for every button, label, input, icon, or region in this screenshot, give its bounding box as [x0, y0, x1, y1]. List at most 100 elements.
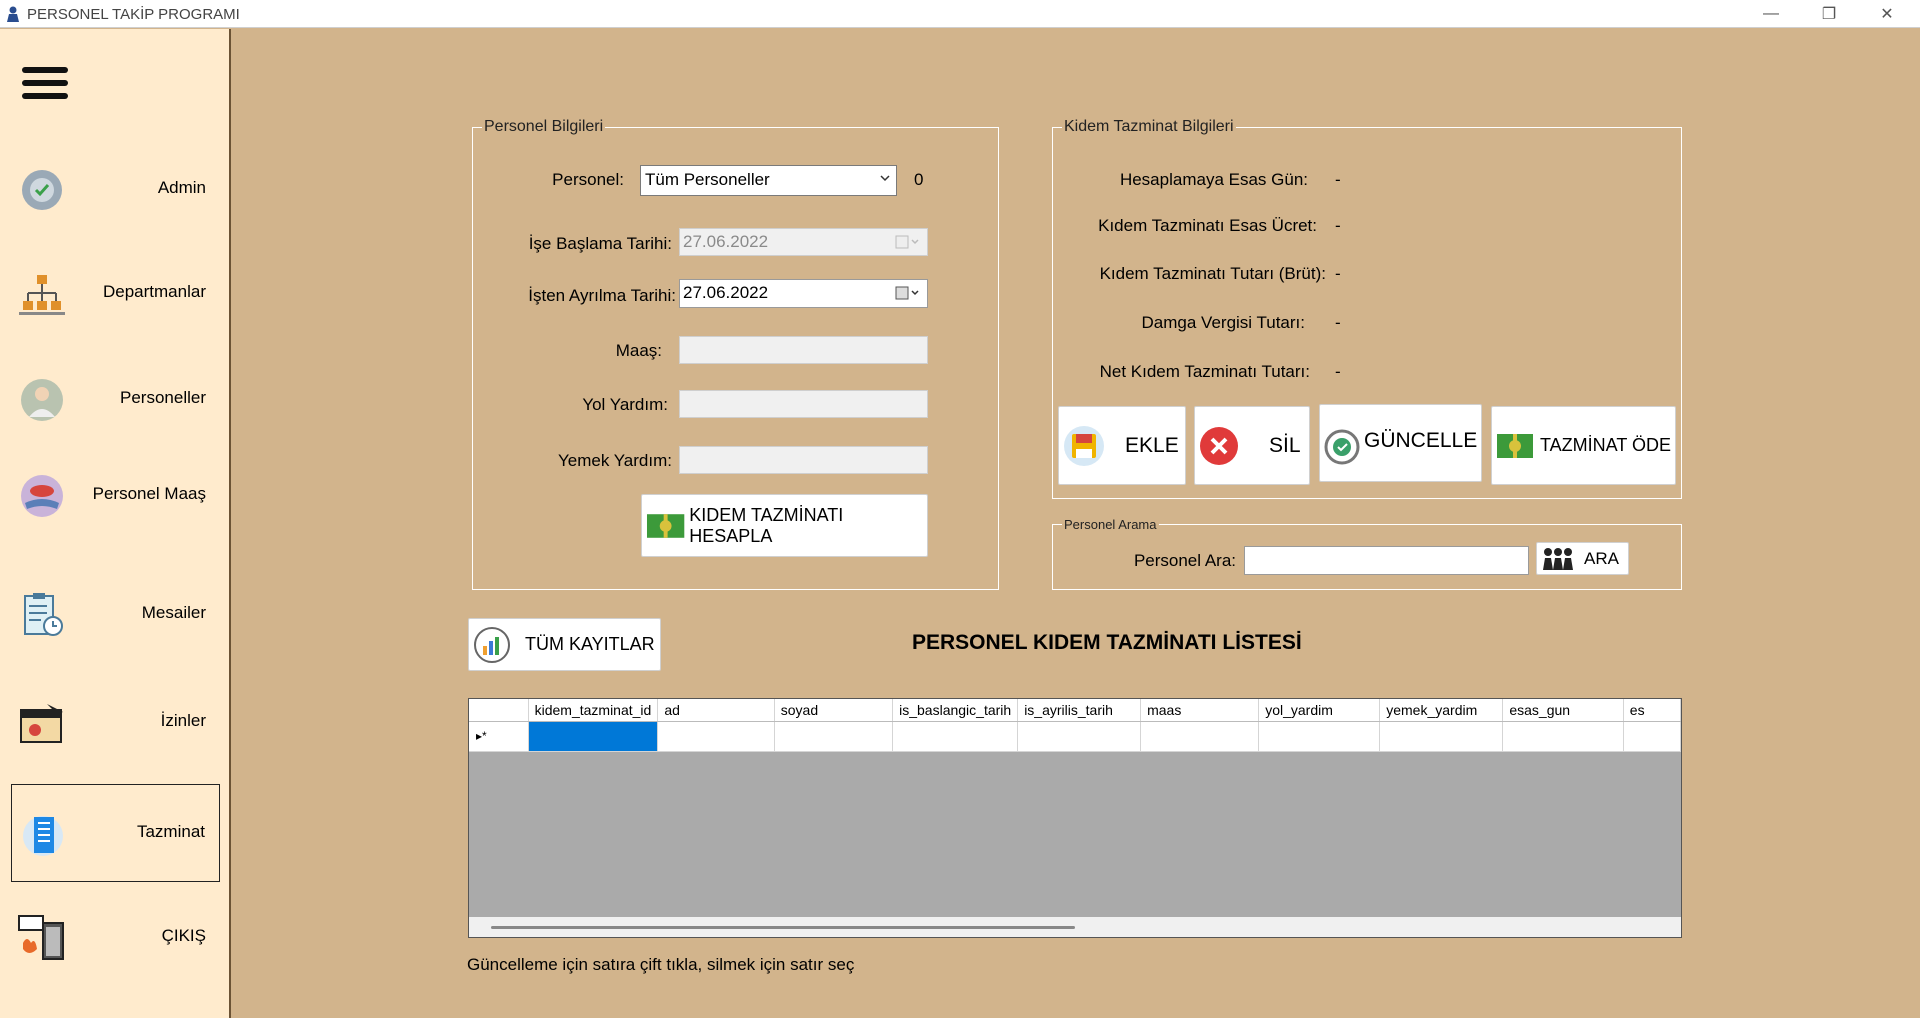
column-header[interactable]: yemek_yardim — [1379, 699, 1504, 722]
column-header[interactable]: esas_gun — [1502, 699, 1624, 722]
ise-baslama-value: 27.06.2022 — [683, 232, 769, 251]
chevron-down-icon — [880, 175, 890, 182]
people-search-icon — [1543, 547, 1573, 570]
sidebar-item-personeller[interactable]: Personeller — [11, 351, 220, 449]
tum-kayitlar-button[interactable]: TÜM KAYITLAR — [468, 618, 661, 671]
calendar-dropdown-icon[interactable] — [895, 285, 921, 301]
personel-label: Personel: — [552, 170, 624, 189]
list-title: PERSONEL KIDEM TAZMİNATI LİSTESİ — [912, 631, 1302, 654]
sidebar-item-personel-maas[interactable]: Personel Maaş — [11, 447, 220, 545]
sidebar-item-label: İzinler — [160, 711, 206, 730]
group-legend: Personel Arama — [1062, 517, 1159, 532]
button-label: EKLE — [1125, 433, 1179, 457]
sidebar-item-label: Tazminat — [136, 822, 205, 841]
personel-ara-label: Personel Ara: — [1133, 551, 1236, 570]
column-header[interactable]: soyad — [774, 699, 894, 722]
net-tutar-value: - — [1335, 362, 1341, 381]
sidebar-item-label: Mesailer — [141, 603, 206, 622]
close-button[interactable]: ✕ — [1864, 0, 1910, 28]
damga-vergisi-label: Damga Vergisi Tutarı: — [1141, 313, 1305, 332]
sidebar-item-izinler[interactable]: İzinler — [11, 674, 220, 772]
grid-cell[interactable] — [774, 721, 894, 752]
column-header[interactable]: es — [1623, 699, 1681, 722]
damga-vergisi-value: - — [1335, 313, 1341, 332]
personel-select[interactable]: Tüm Personeller — [640, 165, 897, 196]
grid-cell[interactable] — [1379, 721, 1504, 752]
maximize-button[interactable]: ❐ — [1806, 0, 1852, 28]
window-title: PERSONEL TAKİP PROGRAMI — [27, 6, 240, 23]
admin-badge-icon — [22, 170, 62, 210]
app-icon — [7, 6, 19, 22]
column-header[interactable]: kidem_tazminat_id — [528, 699, 659, 722]
sidebar-item-mesailer[interactable]: Mesailer — [11, 566, 220, 664]
maas-label: Maaş: — [615, 341, 662, 360]
sidebar-item-label: Admin — [157, 178, 206, 197]
ara-button[interactable]: ARA — [1536, 542, 1629, 575]
grid-cell[interactable] — [1623, 721, 1681, 752]
minimize-button[interactable]: — — [1748, 0, 1794, 28]
sidebar-item-label: ÇIKIŞ — [161, 926, 206, 945]
grid-cell[interactable] — [1017, 721, 1142, 752]
ise-baslama-label: İşe Başlama Tarihi: — [528, 234, 672, 253]
isten-ayrilma-label: İşten Ayrılma Tarihi: — [528, 286, 676, 305]
ekle-button[interactable]: EKLE — [1058, 406, 1186, 485]
kidem-hesapla-button[interactable]: KIDEM TAZMİNATI HESAPLA — [641, 494, 928, 557]
grid-header-row: kidem_tazminat_id ad soyad is_baslangic_… — [469, 699, 1681, 722]
button-label: TÜM KAYITLAR — [525, 634, 655, 654]
button-label: TAZMİNAT ÖDE — [1540, 435, 1672, 455]
button-label: GÜNCELLE — [1364, 429, 1478, 452]
button-label: ARA — [1584, 548, 1619, 568]
sidebar-item-admin[interactable]: Admin — [11, 141, 220, 239]
personel-count: 0 — [914, 170, 924, 189]
column-header[interactable]: is_ayrilis_tarih — [1017, 699, 1142, 722]
isten-ayrilma-value: 27.06.2022 — [683, 283, 769, 302]
grid-cell[interactable] — [528, 721, 659, 752]
yol-yardim-field — [679, 390, 928, 418]
table-row[interactable]: ▸* — [469, 721, 1681, 752]
isten-ayrilma-date[interactable]: 27.06.2022 — [679, 279, 928, 308]
sidebar-item-cikis[interactable]: ÇIKIŞ — [11, 889, 220, 987]
personel-ara-input[interactable] — [1244, 546, 1529, 575]
column-header[interactable]: maas — [1140, 699, 1260, 722]
yol-yardim-label: Yol Yardım: — [582, 395, 668, 414]
button-label: SİL — [1269, 433, 1301, 457]
column-header[interactable]: yol_yardim — [1258, 699, 1381, 722]
esas-ucret-value: - — [1335, 216, 1341, 235]
title-bar: PERSONEL TAKİP PROGRAMI — ❐ ✕ — [0, 0, 1920, 28]
yemek-yardim-label: Yemek Yardım: — [557, 451, 672, 470]
sil-button[interactable]: SİL — [1194, 406, 1310, 485]
grid-cell[interactable] — [1502, 721, 1624, 752]
chart-icon — [474, 626, 510, 663]
grid-cell[interactable] — [892, 721, 1019, 752]
kidem-tazminat-grid[interactable]: kidem_tazminat_id ad soyad is_baslangic_… — [468, 698, 1682, 938]
calendar-dropdown-icon — [895, 235, 919, 249]
brut-tutar-label: Kıdem Tazminatı Tutarı (Brüt): — [1099, 264, 1326, 283]
esas-ucret-label: Kıdem Tazminatı Esas Ücret: — [1098, 216, 1317, 235]
scrollbar-thumb[interactable] — [491, 926, 1075, 929]
ise-baslama-date: 27.06.2022 — [679, 228, 928, 256]
brut-tutar-value: - — [1335, 264, 1341, 283]
column-header[interactable]: ad — [657, 699, 775, 722]
refresh-icon — [1324, 429, 1360, 465]
column-header[interactable]: is_baslangic_tarih — [892, 699, 1019, 722]
esas-gun-label: Hesaplamaya Esas Gün: — [1119, 170, 1308, 189]
maas-field — [679, 336, 928, 364]
hamburger-menu-icon[interactable] — [22, 67, 68, 107]
sidebar-item-departmanlar[interactable]: Departmanlar — [11, 245, 220, 343]
new-row-marker[interactable]: ▸* — [469, 721, 529, 752]
delete-icon — [1200, 426, 1238, 465]
grid-cell[interactable] — [1258, 721, 1381, 752]
org-chart-icon — [19, 275, 65, 315]
grid-cell[interactable] — [657, 721, 775, 752]
building-icon — [23, 816, 63, 856]
personel-select-value: Tüm Personeller — [645, 170, 770, 189]
sidebar-item-label: Personeller — [120, 388, 206, 407]
grid-cell[interactable] — [1140, 721, 1260, 752]
exit-door-icon — [18, 915, 64, 960]
horizontal-scrollbar[interactable] — [469, 917, 1681, 937]
sidebar-item-tazminat[interactable]: Tazminat — [11, 784, 220, 882]
money-icon — [1497, 433, 1533, 458]
guncelle-button[interactable]: GÜNCELLE — [1319, 404, 1482, 482]
tazminat-ode-button[interactable]: TAZMİNAT ÖDE — [1491, 406, 1676, 485]
money-icon — [646, 513, 685, 538]
